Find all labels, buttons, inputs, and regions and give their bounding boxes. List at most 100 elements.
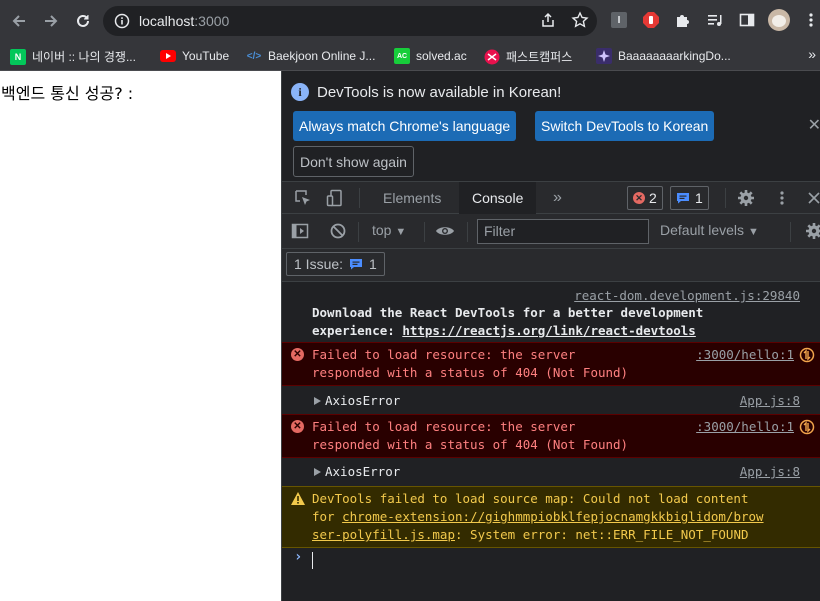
console-message-error: ✕ Failed to load resource: the server re…	[282, 414, 820, 458]
address-bar[interactable]: localhost:3000	[103, 6, 597, 36]
message-text-line: ser-polyfill.js.map: System error: net::…	[312, 526, 749, 544]
extensions-button[interactable]	[672, 9, 694, 31]
sidebar-toggle-icon[interactable]	[290, 221, 310, 241]
youtube-icon	[160, 48, 176, 64]
playlist-icon	[708, 15, 722, 26]
back-button[interactable]	[8, 10, 30, 32]
tab-elements[interactable]: Elements	[370, 182, 454, 214]
url-port: :3000	[194, 13, 230, 29]
extension-adblock-button[interactable]	[640, 9, 662, 31]
forward-button[interactable]	[40, 10, 62, 32]
bookmarks-overflow-button[interactable]: »	[808, 46, 816, 62]
issue-chat-icon	[677, 193, 689, 204]
devtools-menu-icon[interactable]	[772, 188, 792, 208]
network-request-icon[interactable]	[799, 419, 815, 435]
open-issues-button[interactable]: 1 Issue: 1	[286, 252, 385, 276]
live-expression-eye-icon[interactable]	[435, 221, 455, 241]
browser-toolbar: localhost:3000 I	[0, 0, 820, 41]
message-prefix: for	[312, 509, 343, 524]
bookmark-star-icon[interactable]	[571, 11, 589, 29]
device-toolbar-icon[interactable]	[325, 188, 345, 208]
reload-button[interactable]	[72, 10, 94, 32]
issue-count-badge[interactable]: 1	[670, 186, 709, 210]
close-infobar-icon[interactable]: ✕	[808, 115, 820, 134]
bookmark-youtube[interactable]: YouTube	[160, 48, 229, 64]
profile-button[interactable]	[768, 9, 790, 31]
message-source-link[interactable]: App.js:8	[740, 392, 800, 410]
share-icon[interactable]	[539, 11, 557, 29]
source-map-link[interactable]: chrome-extension://gighmmpiobklfepjocnam…	[342, 509, 763, 524]
expand-triangle-icon[interactable]	[314, 468, 321, 476]
more-tabs-button[interactable]: »	[540, 182, 575, 214]
console-message-error: ✕ Failed to load resource: the server re…	[282, 342, 820, 386]
levels-label: Default levels	[660, 222, 745, 238]
console-message-axios[interactable]: AxiosError App.js:8	[282, 388, 820, 414]
settings-gear-icon[interactable]	[736, 188, 756, 208]
match-chrome-language-button[interactable]: Always match Chrome's language	[293, 111, 517, 141]
expand-triangle-icon[interactable]	[314, 397, 321, 405]
bookmark-baekjoon[interactable]: </> Baekjoon Online J...	[246, 48, 376, 64]
url-text: localhost:3000	[139, 13, 229, 29]
console-message-axios[interactable]: AxiosError App.js:8	[282, 459, 820, 485]
infobar-message: DevTools is now available in Korean!	[317, 83, 562, 101]
network-request-icon[interactable]	[799, 347, 815, 363]
baekjoon-icon: </>	[246, 50, 262, 62]
bookmark-label: BaaaaaaaarkingDo...	[618, 49, 731, 63]
error-icon: ✕	[291, 348, 304, 361]
puzzle-icon	[677, 15, 689, 27]
extension-i-icon: I	[611, 12, 627, 28]
chevron-down-icon: ▼	[395, 226, 407, 238]
bookmark-label: YouTube	[182, 49, 230, 63]
issue-count: 1	[695, 190, 703, 206]
issues-label: 1 Issue:	[294, 256, 344, 272]
media-button[interactable]	[704, 9, 726, 31]
backend-status-text: 백엔드 통신 성공? :	[1, 84, 134, 103]
bookmark-label: Baekjoon Online J...	[268, 49, 376, 63]
bookmark-label: 네이버 :: 나의 경쟁...	[32, 50, 136, 64]
axios-error-label: AxiosError	[325, 393, 401, 408]
bookmark-naver[interactable]: N 네이버 :: 나의 경쟁...	[10, 48, 136, 65]
console-message-warning: DevTools failed to load source map: Coul…	[282, 486, 820, 548]
error-count-badge[interactable]: ✕ 2	[627, 186, 663, 210]
message-text-line: responded with a status of 404 (Not Foun…	[312, 365, 629, 380]
inspect-element-icon[interactable]	[293, 188, 313, 208]
chrome-menu-button[interactable]	[800, 9, 820, 31]
console-settings-gear-icon[interactable]	[804, 221, 820, 241]
source-map-link-continued[interactable]: ser-polyfill.js.map	[312, 527, 455, 542]
site-info-icon[interactable]	[113, 12, 131, 30]
console-filter-input[interactable]: Filter	[477, 219, 649, 244]
bookmark-label: 패스트캠퍼스	[506, 50, 573, 64]
message-text-line: Failed to load resource: the server	[312, 419, 576, 434]
console-input[interactable]	[312, 552, 313, 569]
message-source-link[interactable]: :3000/hello:1	[696, 418, 794, 436]
context-selector[interactable]: top ▼	[372, 222, 406, 238]
tab-console[interactable]: Console	[459, 182, 537, 214]
devtools-tabbar: Elements Console » ✕ 2 1	[282, 181, 820, 214]
log-levels-dropdown[interactable]: Default levels ▼	[660, 222, 759, 238]
side-panel-button[interactable]	[736, 9, 758, 31]
fastcampus-icon	[484, 49, 500, 65]
switch-to-korean-button[interactable]: Switch DevTools to Korean	[535, 111, 715, 141]
url-host: localhost	[139, 13, 195, 29]
message-source-link[interactable]: react-dom.development.js:29840	[574, 287, 800, 305]
console-message-info: react-dom.development.js:29840 Download …	[282, 282, 820, 340]
message-source-link[interactable]: :3000/hello:1	[696, 346, 794, 364]
react-devtools-link[interactable]: https://reactjs.org/link/react-devtools	[402, 323, 696, 338]
extension-i-button[interactable]: I	[608, 9, 630, 31]
close-devtools-icon[interactable]	[804, 188, 820, 208]
error-count: 2	[649, 190, 657, 206]
bookmark-barkingdog[interactable]: BaaaaaaaarkingDo...	[596, 48, 731, 64]
chevron-down-icon: ▼	[747, 226, 759, 238]
info-icon: i	[291, 83, 309, 101]
context-label: top	[372, 222, 392, 238]
message-source-link[interactable]: App.js:8	[740, 463, 800, 481]
avatar	[768, 9, 790, 31]
bookmark-fastcampus[interactable]: 패스트캠퍼스	[484, 48, 572, 65]
error-icon: ✕	[633, 192, 645, 204]
clear-console-icon[interactable]	[328, 221, 348, 241]
message-text-line: responded with a status of 404 (Not Foun…	[312, 437, 629, 452]
arrow-left-icon	[12, 14, 25, 27]
bookmark-solvedac[interactable]: AC solved.ac	[394, 48, 467, 64]
error-icon: ✕	[291, 420, 304, 433]
dont-show-again-button[interactable]: Don't show again	[293, 146, 414, 177]
